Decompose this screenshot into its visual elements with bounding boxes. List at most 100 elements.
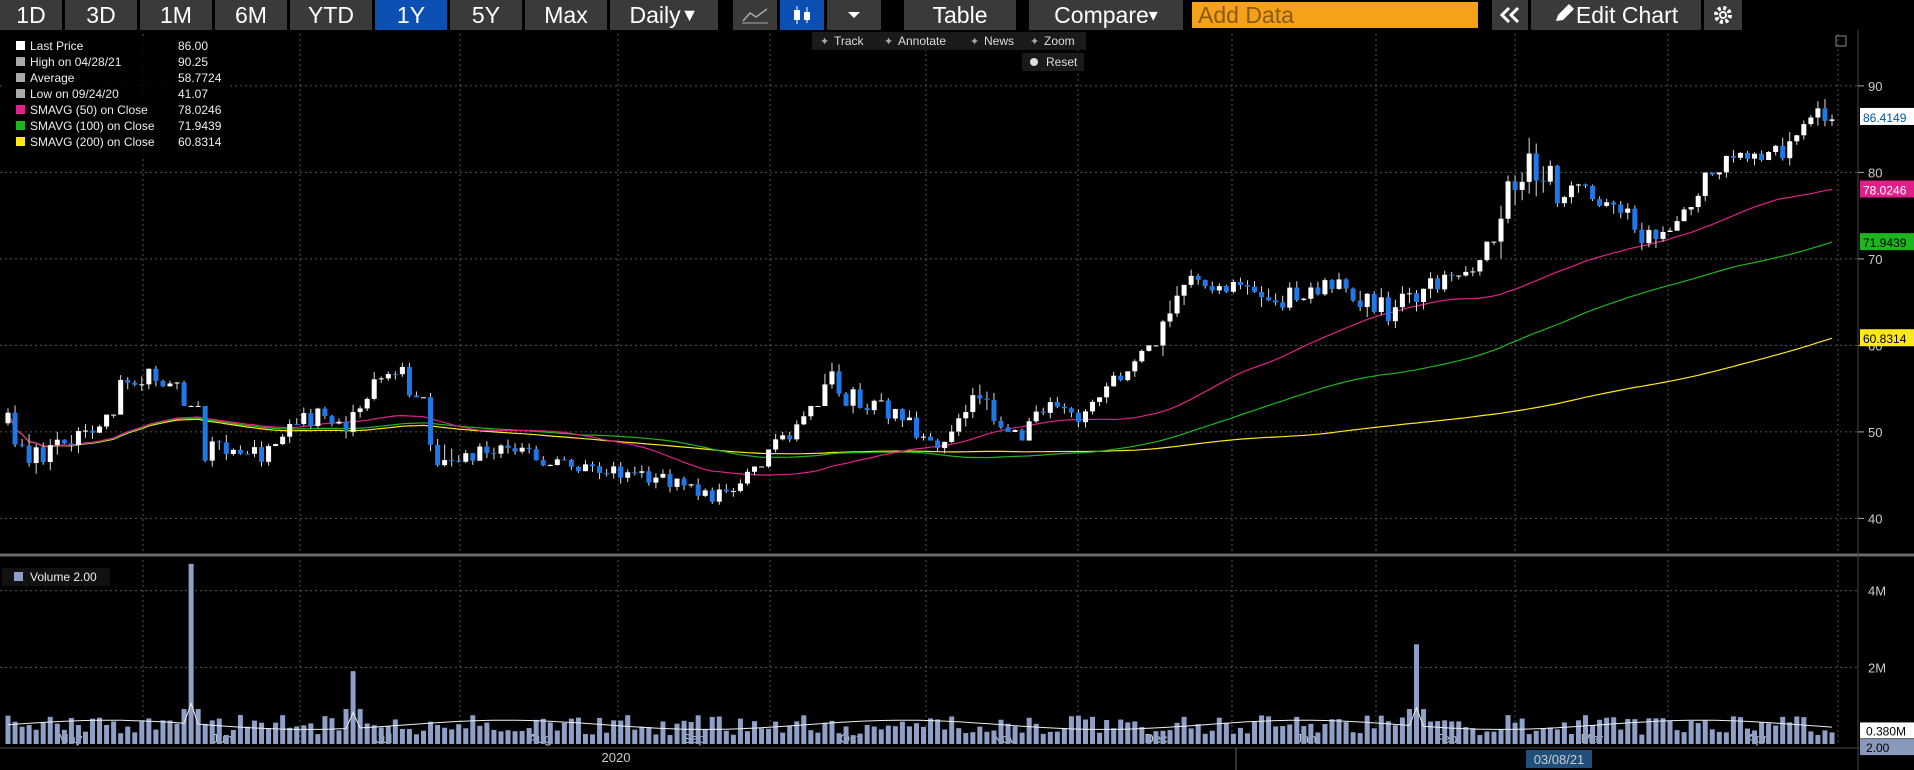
edit-chart-button[interactable]: Edit Chart — [1531, 0, 1701, 30]
candle-body — [118, 379, 124, 415]
candle-body — [1561, 197, 1567, 204]
volume-legend-label: Volume 2.00 — [30, 570, 97, 584]
candle-body — [1618, 204, 1624, 213]
volume-bar — [406, 728, 412, 744]
candle-body — [582, 464, 588, 472]
range-button-1y[interactable]: 1Y — [375, 0, 447, 30]
double-chevron-left-icon[interactable] — [1492, 0, 1528, 30]
volume-bar — [1287, 724, 1293, 744]
candle-body — [590, 464, 596, 467]
volume-bar — [1040, 733, 1046, 744]
candle-body — [1435, 278, 1441, 290]
candle-body — [1752, 153, 1758, 159]
volume-bar — [1561, 722, 1567, 744]
candle-body — [850, 389, 856, 406]
volume-bar — [90, 718, 96, 744]
volume-bar — [1463, 727, 1469, 744]
candle-body — [1068, 408, 1074, 413]
candle-body — [716, 489, 722, 502]
table-button[interactable]: Table — [904, 0, 1016, 30]
range-button-1d[interactable]: 1D — [0, 0, 62, 30]
candle-body — [202, 405, 208, 461]
volume-bar — [244, 726, 250, 744]
volume-bar — [519, 730, 525, 744]
candle-body — [1033, 411, 1039, 422]
volume-bar — [315, 734, 321, 744]
news-button: News — [984, 34, 1014, 48]
add-data-input[interactable]: Add Data — [1192, 2, 1478, 28]
range-button-6m[interactable]: 6M — [215, 0, 287, 30]
gear-icon[interactable] — [1704, 0, 1742, 30]
volume-bar — [913, 723, 919, 744]
candle-body — [597, 466, 603, 474]
candle-body — [1406, 293, 1412, 295]
candle-body — [1280, 302, 1286, 308]
volume-bar — [1752, 730, 1758, 744]
volume-bar — [646, 726, 652, 744]
candle-body — [864, 407, 870, 411]
legend-swatch — [16, 89, 25, 98]
candle-body — [512, 448, 518, 452]
track-button: Track — [834, 34, 865, 48]
legend-label: SMAVG (200) on Close — [30, 135, 155, 149]
volume-bar — [815, 732, 821, 744]
volume-bar — [1181, 716, 1187, 744]
year-label: 2020 — [602, 750, 631, 765]
candle-body — [1773, 145, 1779, 153]
range-button-ytd[interactable]: YTD — [290, 0, 372, 30]
volume-bar — [871, 726, 877, 744]
candle-body — [498, 445, 504, 454]
legend-value: 60.8314 — [178, 135, 222, 149]
volume-tag-value: 2.00 — [1866, 741, 1890, 755]
candle-body — [1174, 295, 1180, 314]
price-chart[interactable]: MayJunJulAugSepOctNovDecJanFebMarApr2020… — [0, 30, 1914, 770]
interval-dropdown[interactable]: Daily ▼ — [610, 0, 718, 30]
candlestick-icon[interactable] — [780, 0, 824, 30]
candle-body — [1047, 402, 1053, 413]
volume-bar — [1343, 722, 1349, 744]
volume-bar — [1132, 721, 1138, 744]
candle-body — [1385, 297, 1391, 322]
candle-body — [1815, 108, 1821, 118]
volume-bar — [1097, 732, 1103, 744]
volume-bar — [1068, 716, 1074, 744]
candle-body — [808, 405, 814, 417]
chart-type-chevron-icon[interactable] — [827, 0, 881, 30]
candle-body — [188, 405, 194, 407]
volume-bar — [1822, 730, 1828, 744]
volume-bar — [1315, 732, 1321, 744]
candle-body — [688, 484, 694, 486]
volume-bar — [829, 720, 835, 744]
candle-body — [505, 445, 511, 449]
candle-body — [1519, 181, 1525, 190]
volume-bar — [1449, 721, 1455, 744]
candle-body — [209, 441, 215, 461]
volume-bar — [68, 718, 74, 744]
volume-bar — [759, 728, 765, 744]
candle-body — [970, 395, 976, 412]
candle-body — [1090, 401, 1096, 412]
volume-bar — [1005, 723, 1011, 744]
compare-dropdown[interactable]: Compare ▾ — [1029, 0, 1183, 30]
volume-bar — [1526, 734, 1532, 744]
candle-body — [68, 443, 74, 445]
volume-bar — [421, 730, 427, 744]
line-chart-icon[interactable] — [733, 0, 777, 30]
volume-bar — [991, 730, 997, 744]
candle-body — [1597, 199, 1603, 206]
candle-body — [1392, 307, 1398, 322]
volume-bar — [667, 735, 673, 744]
range-button-max[interactable]: Max — [525, 0, 607, 30]
volume-bar — [1082, 719, 1088, 744]
range-button-3d[interactable]: 3D — [65, 0, 137, 30]
range-button-5y[interactable]: 5Y — [450, 0, 522, 30]
volume-bar — [1378, 715, 1384, 744]
candle-body — [1287, 287, 1293, 308]
volume-bar — [857, 733, 863, 744]
candle-body — [1082, 411, 1088, 423]
candle-body — [730, 490, 736, 492]
volume-bar — [843, 726, 849, 744]
range-button-1m[interactable]: 1M — [140, 0, 212, 30]
volume-bar — [1230, 733, 1236, 744]
candle-body — [1132, 361, 1138, 372]
